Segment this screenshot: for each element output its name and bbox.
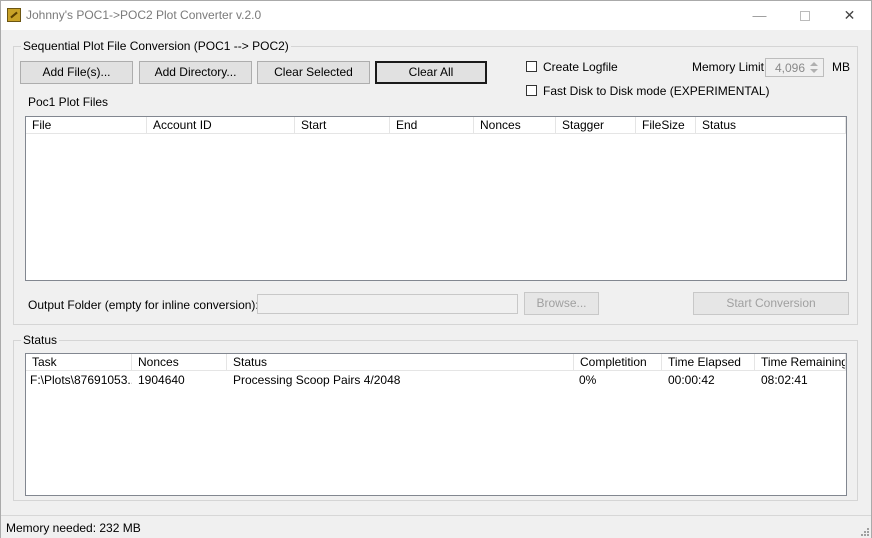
column-end[interactable]: End xyxy=(390,117,474,134)
column-file[interactable]: File xyxy=(26,117,147,134)
row-time-remaining: 08:02:41 xyxy=(761,373,808,387)
status-list[interactable]: Task Nonces Status Completition Time Ela… xyxy=(25,353,847,496)
status-bar: Memory needed: 232 MB xyxy=(1,515,871,538)
column-nonces[interactable]: Nonces xyxy=(132,354,227,371)
status-group-title: Status xyxy=(21,333,60,347)
column-time-elapsed[interactable]: Time Elapsed xyxy=(662,354,755,371)
column-account-id[interactable]: Account ID xyxy=(147,117,295,134)
main-window: Johnny's POC1->POC2 Plot Converter v.2.0… xyxy=(0,0,872,538)
row-task: F:\Plots\87691053... xyxy=(30,373,132,387)
minimize-button[interactable]: — xyxy=(737,1,782,30)
row-time-elapsed: 00:00:42 xyxy=(668,373,715,387)
column-time-remaining[interactable]: Time Remaining xyxy=(755,354,846,371)
browse-button[interactable]: Browse... xyxy=(524,292,599,315)
conversion-group-title: Sequential Plot File Conversion (POC1 --… xyxy=(21,39,291,53)
app-plot-icon xyxy=(7,8,21,22)
memory-limit-value: 4,096 xyxy=(774,61,805,75)
memory-limit-spinner[interactable]: 4,096 xyxy=(765,58,824,77)
size-grip-icon[interactable] xyxy=(859,526,869,536)
column-task[interactable]: Task xyxy=(26,354,132,371)
fast-disk-label[interactable]: Fast Disk to Disk mode (EXPERIMENTAL) xyxy=(543,84,770,98)
row-nonces: 1904640 xyxy=(138,373,185,387)
create-logfile-label[interactable]: Create Logfile xyxy=(543,60,618,74)
plot-files-header: File Account ID Start End Nonces Stagger… xyxy=(26,117,846,134)
row-completion: 0% xyxy=(579,373,597,387)
output-folder-field[interactable] xyxy=(257,294,518,314)
column-nonces[interactable]: Nonces xyxy=(474,117,556,134)
memory-needed-text: Memory needed: 232 MB xyxy=(6,521,141,535)
memory-limit-unit: MB xyxy=(832,60,850,74)
column-start[interactable]: Start xyxy=(295,117,390,134)
status-row[interactable]: F:\Plots\87691053... 1904640 Processing … xyxy=(26,372,846,389)
column-stagger[interactable]: Stagger xyxy=(556,117,636,134)
maximize-button[interactable] xyxy=(782,1,827,30)
column-completion[interactable]: Completition xyxy=(574,354,662,371)
add-files-button[interactable]: Add File(s)... xyxy=(20,61,133,84)
create-logfile-checkbox[interactable] xyxy=(526,61,537,72)
maximize-icon xyxy=(799,11,810,22)
clear-all-button[interactable]: Clear All xyxy=(375,61,487,84)
status-header: Task Nonces Status Completition Time Ela… xyxy=(26,354,846,371)
row-status: Processing Scoop Pairs 4/2048 xyxy=(233,373,401,387)
column-status[interactable]: Status xyxy=(696,117,846,134)
spinner-arrows-icon[interactable] xyxy=(807,60,822,75)
plot-files-list[interactable]: File Account ID Start End Nonces Stagger… xyxy=(25,116,847,281)
spin-down-icon[interactable] xyxy=(810,69,818,73)
clear-selected-button[interactable]: Clear Selected xyxy=(257,61,370,84)
column-filesize[interactable]: FileSize xyxy=(636,117,696,134)
title-bar[interactable]: Johnny's POC1->POC2 Plot Converter v.2.0… xyxy=(1,1,871,30)
output-folder-label: Output Folder (empty for inline conversi… xyxy=(28,298,259,312)
window-title: Johnny's POC1->POC2 Plot Converter v.2.0 xyxy=(26,8,262,22)
add-directory-button[interactable]: Add Directory... xyxy=(139,61,252,84)
column-status[interactable]: Status xyxy=(227,354,574,371)
plot-files-label: Poc1 Plot Files xyxy=(28,95,109,109)
memory-limit-label: Memory Limit xyxy=(692,60,765,74)
fast-disk-checkbox[interactable] xyxy=(526,85,537,96)
close-button[interactable]: ✕ xyxy=(827,1,872,30)
spin-up-icon[interactable] xyxy=(810,62,818,66)
start-conversion-button[interactable]: Start Conversion xyxy=(693,292,849,315)
